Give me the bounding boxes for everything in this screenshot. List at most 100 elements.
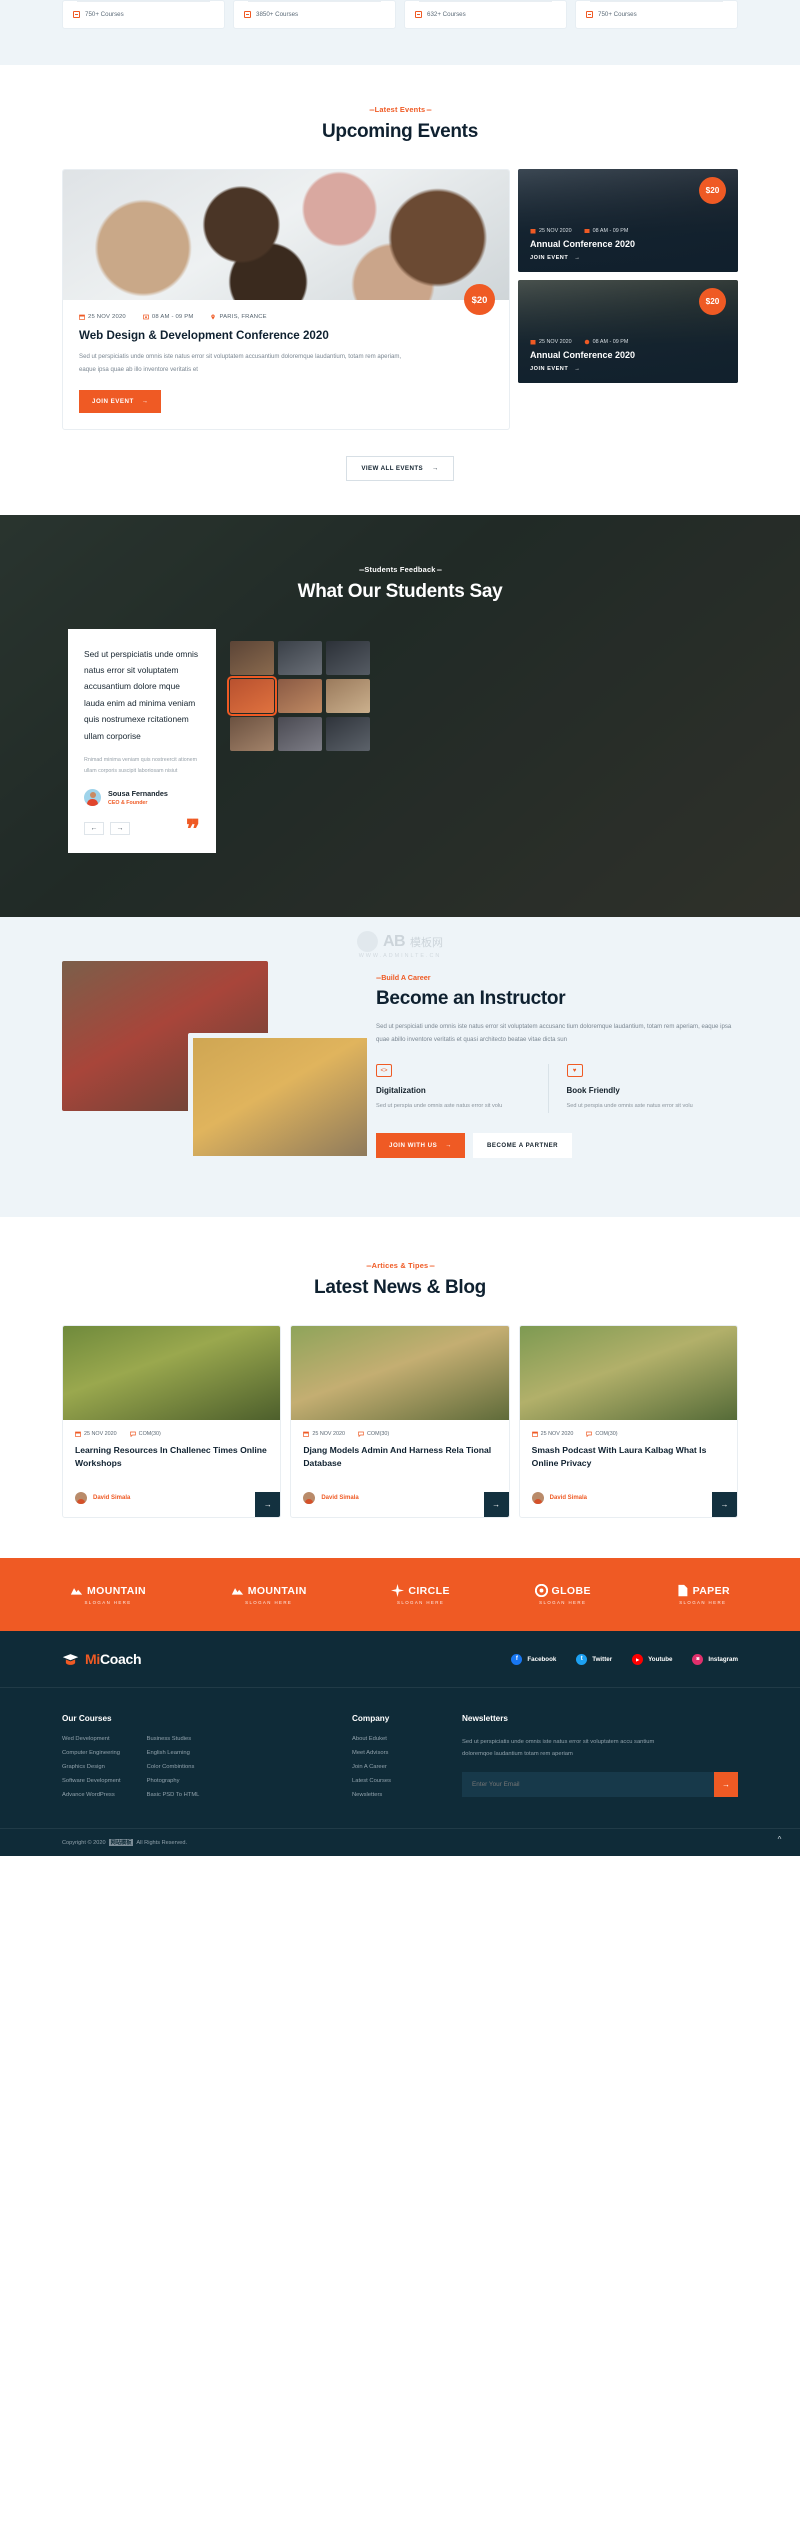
arrow-right-icon: → <box>574 255 581 261</box>
footer-heading: Company <box>352 1714 390 1724</box>
footer-column-newsletters: Newsletters Sed ut perspiciatis unde omn… <box>462 1714 738 1798</box>
blog-title: Smash Podcast With Laura Kalbag What Is … <box>531 1445 707 1468</box>
event-title: Web Design & Development Conference 2020 <box>79 329 329 342</box>
book-heart-icon: ♥ <box>566 1064 583 1078</box>
social-label: Instagram <box>708 1655 738 1663</box>
event-card-small[interactable]: $20 25 NOV 2020 08 AM - 09 PM Annual Con… <box>518 280 738 383</box>
brand-logo[interactable]: MOUNTAIN SLOGAN HERE <box>231 1584 307 1605</box>
blog-date: 25 NOV 2020 <box>75 1431 117 1437</box>
footer-link[interactable]: Software Development <box>62 1778 121 1784</box>
calendar-icon <box>75 1431 81 1437</box>
gallery-thumb[interactable] <box>278 716 322 751</box>
course-stat-card[interactable]: 750+ Courses <box>62 0 225 29</box>
gallery-thumb[interactable] <box>230 716 274 751</box>
footer-link[interactable]: Graphics Design <box>62 1764 121 1770</box>
gallery-thumb[interactable] <box>278 640 322 675</box>
course-stat-card[interactable]: 632+ Courses <box>404 0 567 29</box>
become-partner-button[interactable]: BECOME A PARTNER <box>472 1132 573 1158</box>
event-photo: $20 <box>63 170 509 315</box>
gallery-thumb[interactable] <box>278 678 322 713</box>
brand-name: GLOBE <box>551 1584 591 1597</box>
footer-link[interactable]: English Learning <box>147 1750 200 1756</box>
gallery-thumb[interactable] <box>230 640 274 675</box>
copyright-badge: 网站模板 <box>108 1839 134 1847</box>
section-title: Become an Instructor <box>376 988 566 1010</box>
join-with-us-label: JOIN WITH US <box>389 1141 438 1149</box>
brand-logo[interactable]: CIRCLE SLOGAN HERE <box>391 1584 449 1605</box>
newsletter-submit-button[interactable]: → <box>714 1772 738 1798</box>
clock-icon <box>584 229 590 233</box>
avatar <box>303 1492 316 1505</box>
join-event-link[interactable]: JOIN EVENT → <box>530 255 726 261</box>
footer-link[interactable]: Basic PSD To HTML <box>147 1792 200 1798</box>
section-kicker: Artices & Tipes <box>0 1261 800 1270</box>
course-stat-card[interactable]: 750+ Courses <box>575 0 738 29</box>
brand-name: MOUNTAIN <box>247 1584 307 1597</box>
gallery-thumb[interactable] <box>326 640 370 675</box>
footer-link[interactable]: Newsletters <box>352 1792 462 1798</box>
footer-logo[interactable]: MiCoach <box>62 1651 142 1667</box>
calendar-icon <box>531 1431 538 1437</box>
brand-logo[interactable]: MOUNTAIN SLOGAN HERE <box>70 1584 146 1605</box>
become-instructor-section: AB 模板网 WWW.ADMINLTE.CN Build A Career Be… <box>0 917 800 1218</box>
social-link-facebook[interactable]: f Facebook <box>511 1653 556 1665</box>
read-more-button[interactable]: → <box>483 1492 509 1518</box>
gallery-thumb[interactable] <box>326 678 370 713</box>
course-stats-strip: 750+ Courses 3850+ Courses 632+ Courses <box>0 0 800 65</box>
read-more-button[interactable]: → <box>255 1492 281 1518</box>
course-count-label: 632+ Courses <box>427 11 466 18</box>
footer-link[interactable]: Photography <box>147 1778 200 1784</box>
join-event-label: JOIN EVENT <box>92 397 134 405</box>
footer-link[interactable]: Meet Advisors <box>352 1750 462 1756</box>
watermark-badge-icon <box>356 931 378 953</box>
carousel-prev-button[interactable]: ← <box>84 822 104 836</box>
footer-link[interactable]: Color Combintions <box>147 1764 200 1770</box>
scroll-to-top-button[interactable]: ^ <box>773 1833 786 1846</box>
brand-logo[interactable]: PAPER SLOGAN HERE <box>676 1584 730 1605</box>
social-label: Youtube <box>648 1655 673 1663</box>
featured-event-card[interactable]: $20 25 NOV 2020 08 AM - 09 PM PARIS, FRA… <box>62 169 510 430</box>
arrow-right-icon: → <box>445 1141 452 1149</box>
feature-title: Digitalization <box>376 1086 426 1096</box>
gallery-thumb-selected[interactable] <box>227 675 277 716</box>
social-link-youtube[interactable]: ▶ Youtube <box>632 1653 673 1665</box>
brand-logo[interactable]: GLOBE SLOGAN HERE <box>534 1584 591 1605</box>
course-count-label: 750+ Courses <box>85 11 124 18</box>
newsletter-email-input[interactable] <box>462 1772 714 1798</box>
read-more-button[interactable]: → <box>711 1492 737 1518</box>
social-link-twitter[interactable]: t Twitter <box>576 1653 613 1665</box>
footer-link[interactable]: Latest Courses <box>352 1778 462 1784</box>
social-label: Twitter <box>592 1655 613 1663</box>
view-all-events-button[interactable]: VIEW ALL EVENTS → <box>346 455 454 481</box>
carousel-next-button[interactable]: → <box>110 822 130 836</box>
course-stat-card[interactable]: 3850+ Courses <box>233 0 396 29</box>
footer-link[interactable]: Join A Career <box>352 1764 462 1770</box>
blog-card[interactable]: 25 NOV 2020 COM(30) Smash Podcast With L… <box>518 1325 738 1519</box>
footer-link[interactable]: Computer Engineering <box>62 1750 121 1756</box>
avatar <box>75 1492 87 1505</box>
join-event-label: JOIN EVENT <box>530 255 569 261</box>
event-card-small[interactable]: $20 25 NOV 2020 08 AM - 09 PM Annual Con… <box>518 169 738 272</box>
footer-link[interactable]: Business Studies <box>147 1736 200 1742</box>
join-event-button[interactable]: JOIN EVENT → <box>79 389 162 413</box>
calendar-icon <box>79 314 85 320</box>
footer-link[interactable]: Advance WordPress <box>62 1792 121 1798</box>
blog-thumbnail <box>519 1326 737 1421</box>
blog-author: David Simala <box>321 1495 359 1502</box>
footer-column-courses: Our Courses Wed Development Computer Eng… <box>62 1714 352 1798</box>
watermark: AB 模板网 WWW.ADMINLTE.CN <box>356 931 443 959</box>
blog-card[interactable]: 25 NOV 2020 COM(30) Learning Resources I… <box>62 1325 282 1519</box>
gallery-thumb[interactable] <box>326 716 370 751</box>
blog-thumbnail <box>291 1326 509 1421</box>
newsletter-description: Sed ut perspiciatis unde omnis iste natu… <box>462 1739 655 1758</box>
footer-link[interactable]: Wed Development <box>62 1736 121 1742</box>
social-link-instagram[interactable]: ◙ Instagram <box>692 1653 738 1665</box>
event-date: 25 NOV 2020 <box>79 314 126 320</box>
footer-link[interactable]: About Eduket <box>352 1736 462 1742</box>
testimonials-section: Students Feedback What Our Students Say … <box>0 514 800 918</box>
join-with-us-button[interactable]: JOIN WITH US → <box>376 1132 465 1158</box>
join-event-link[interactable]: JOIN EVENT → <box>530 366 726 372</box>
blog-card[interactable]: 25 NOV 2020 COM(30) Djang Models Admin A… <box>290 1325 510 1519</box>
blog-date: 25 NOV 2020 <box>531 1431 573 1437</box>
price-badge: $20 <box>699 177 726 204</box>
